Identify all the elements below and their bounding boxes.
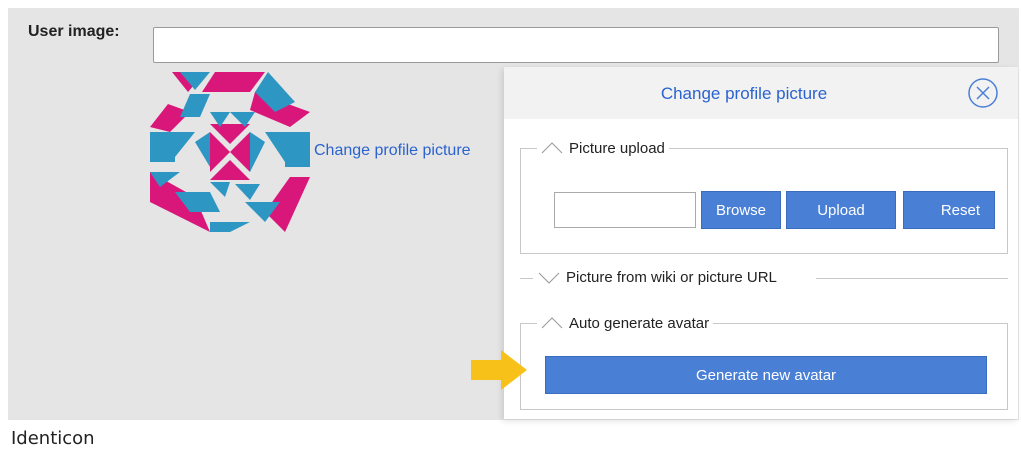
picture-from-wiki-section[interactable]: Picture from wiki or picture URL [520, 267, 1008, 289]
upload-button[interactable]: Upload [786, 191, 896, 229]
upload-file-field[interactable] [554, 192, 696, 228]
generate-new-avatar-button[interactable]: Generate new avatar [545, 356, 987, 394]
chevron-down-icon [538, 272, 560, 284]
user-image-input[interactable] [153, 27, 999, 63]
picture-upload-section: Picture upload Browse Upload Reset [520, 140, 1008, 254]
arrow-right-icon [471, 350, 527, 390]
auto-generate-legend[interactable]: Auto generate avatar [537, 315, 713, 332]
image-caption: Identicon [11, 428, 95, 449]
divider-left [520, 278, 533, 279]
change-profile-picture-dialog: Change profile picture Picture upload Br… [504, 67, 1018, 419]
dialog-header: Change profile picture [504, 67, 1018, 119]
reset-button[interactable]: Reset [903, 191, 995, 229]
auto-generate-avatar-section: Auto generate avatar Generate new avatar [520, 315, 1008, 410]
identicon-avatar [150, 72, 310, 232]
close-circle-icon[interactable] [967, 77, 999, 109]
picture-from-wiki-legend[interactable]: Picture from wiki or picture URL [566, 269, 777, 286]
change-profile-picture-link[interactable]: Change profile picture [314, 142, 471, 160]
divider-right [816, 278, 1008, 279]
browse-button[interactable]: Browse [701, 191, 781, 229]
picture-upload-legend[interactable]: Picture upload [537, 140, 669, 157]
dialog-title: Change profile picture [660, 84, 828, 103]
chevron-up-icon [541, 142, 563, 154]
chevron-up-icon [541, 317, 563, 329]
user-image-label: User image: [28, 23, 120, 40]
